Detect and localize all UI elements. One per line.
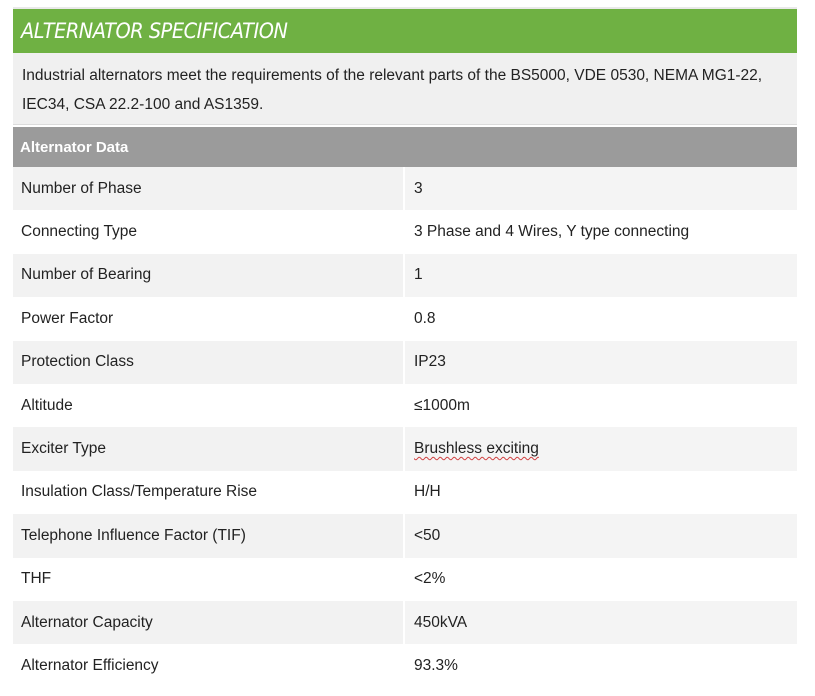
row-label: Alternator Efficiency [13,644,405,688]
table-row: Insulation Class/Temperature Rise H/H [13,470,797,515]
table-row: Alternator Efficiency 93.3% [13,644,797,688]
row-value: 3 Phase and 4 Wires, Y type connecting [414,223,690,241]
section-title: Alternator Data [20,138,129,156]
row-value: 1 [405,253,797,298]
intro-paragraph: Industrial alternators meet the requirem… [13,53,797,125]
row-value: 93.3% [414,656,458,674]
row-label: Insulation Class/Temperature Rise [13,470,405,515]
row-value: <50 [405,514,797,558]
spellcheck-underlined-text: Brushless exciting [414,440,539,458]
row-label: Telephone Influence Factor (TIF) [13,514,405,558]
table-row: Alternator Capacity 450kVA [13,600,797,645]
spec-table: Number of Phase 3 Connecting Type 3 Phas… [13,167,797,688]
row-label: Connecting Type [13,210,405,254]
table-row: Power Factor 0.8 [13,297,797,341]
row-value: ≤1000m [414,396,470,414]
row-value: IP23 [405,340,797,384]
table-row: Protection Class IP23 [13,340,797,384]
row-label: Exciter Type [13,427,405,471]
row-label: Alternator Capacity [13,600,405,645]
table-row: THF <2% [13,557,797,601]
row-value: <2% [414,570,446,588]
row-value: 3 [405,167,797,211]
row-value: 450kVA [405,600,797,645]
table-row: Telephone Influence Factor (TIF) <50 [13,514,797,558]
spec-container: ALTERNATOR SPECIFICATION Industrial alte… [13,7,797,688]
row-value: Brushless exciting [405,427,797,471]
row-label: Power Factor [13,297,405,341]
row-label: Protection Class [13,340,405,384]
spec-banner: ALTERNATOR SPECIFICATION [13,7,797,53]
row-label: THF [13,557,405,601]
row-label: Altitude [13,383,405,428]
table-row: Connecting Type 3 Phase and 4 Wires, Y t… [13,210,797,254]
table-row: Exciter Type Brushless exciting [13,427,797,471]
table-row: Number of Bearing 1 [13,253,797,298]
section-header: Alternator Data [13,127,797,167]
banner-title: ALTERNATOR SPECIFICATION [21,19,288,43]
row-label: Number of Bearing [13,253,405,298]
row-value: 0.8 [414,309,436,327]
table-row: Number of Phase 3 [13,167,797,211]
table-row: Altitude ≤1000m [13,383,797,428]
row-value: H/H [414,483,441,501]
row-label: Number of Phase [13,167,405,211]
